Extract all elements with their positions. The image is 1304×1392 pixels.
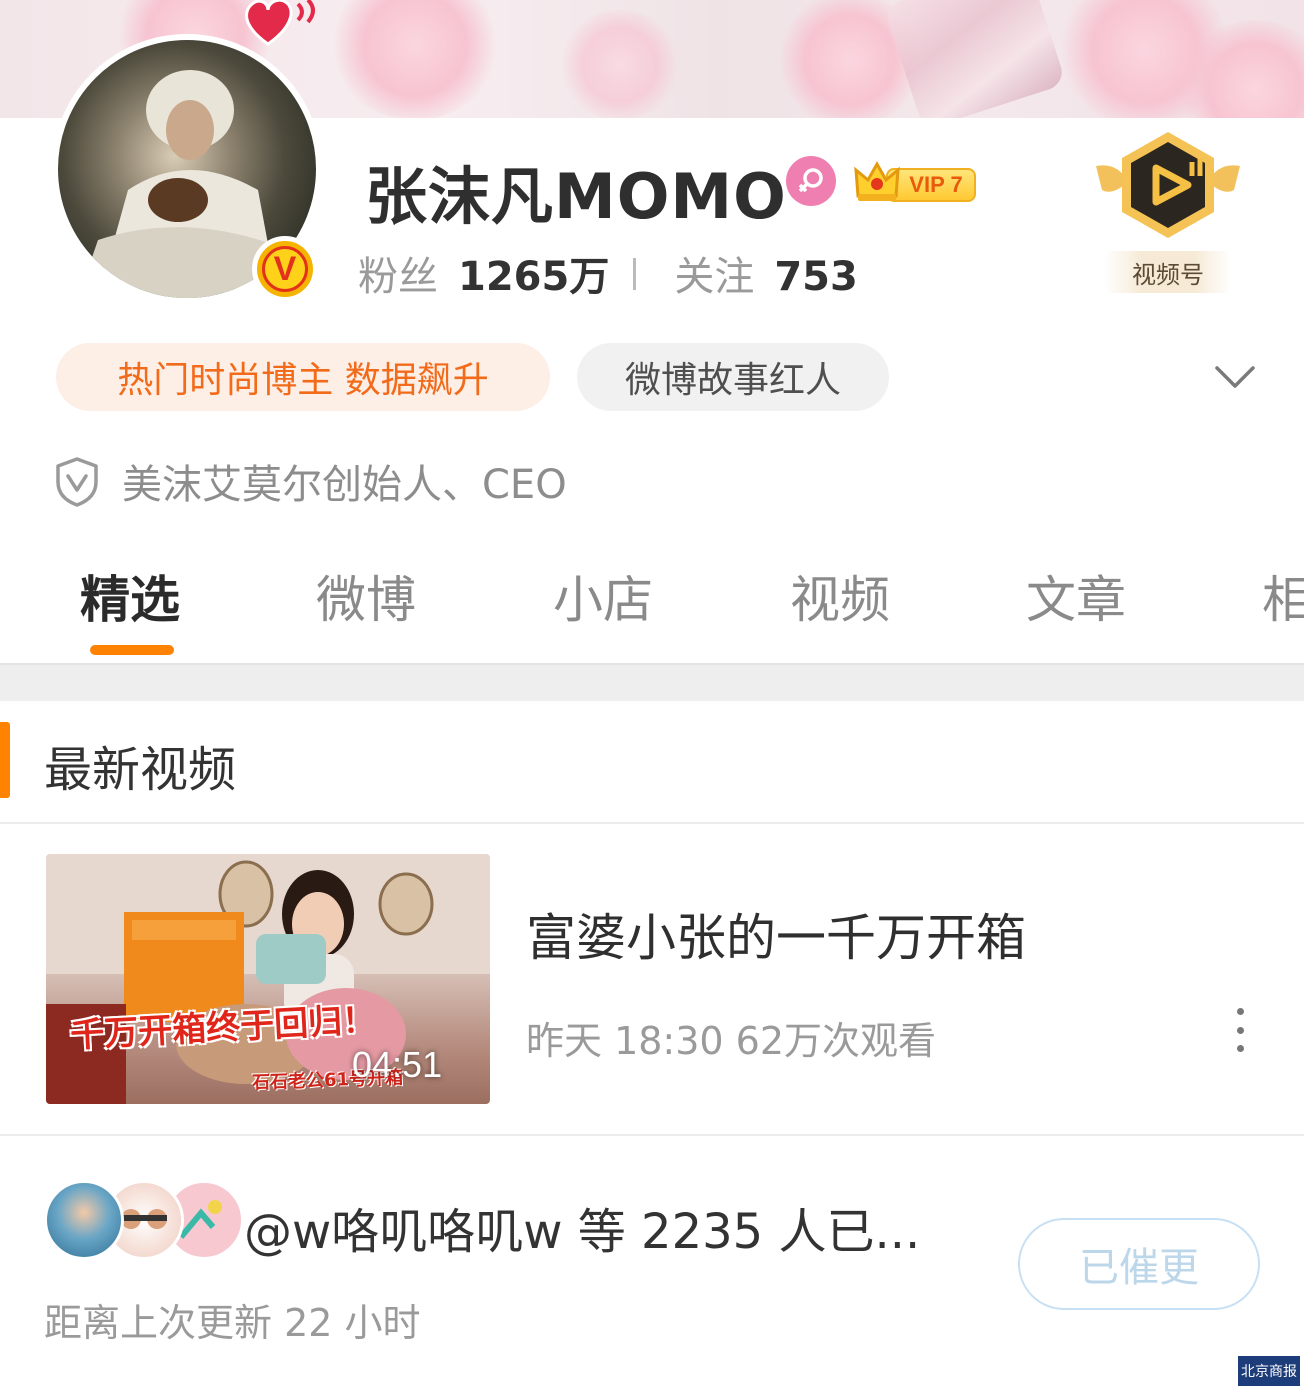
tab-shop[interactable]: 小店 — [553, 560, 653, 632]
tab-featured[interactable]: 精选 — [80, 560, 180, 632]
video-badge-label: 视频号 — [1104, 251, 1232, 293]
urge-update-button[interactable]: 已催更 — [1018, 1218, 1260, 1310]
video-title[interactable]: 富婆小张的一千万开箱 — [526, 898, 1026, 970]
vip-level-badge[interactable]: VIP 7 — [852, 158, 976, 204]
story-star-tag[interactable]: 微博故事红人 — [577, 343, 889, 411]
video-divider — [0, 1134, 1304, 1136]
urger-avatars — [44, 1180, 244, 1264]
section-gap — [0, 665, 1304, 701]
fans-label: 粉丝 — [358, 254, 438, 300]
video-account-badge[interactable]: 视频号 — [1088, 126, 1248, 296]
tab-articles[interactable]: 文章 — [1026, 560, 1126, 632]
tab-weibo[interactable]: 微博 — [316, 560, 416, 632]
more-options-icon[interactable] — [1228, 1008, 1252, 1052]
product-jar-image — [883, 0, 1067, 118]
shield-v-icon — [56, 457, 98, 507]
stats-separator — [633, 258, 637, 290]
profile-name: 张沫凡MOMO — [365, 160, 787, 233]
video-play-badge-icon — [1096, 132, 1240, 238]
last-update-text: 距离上次更新 22 小时 — [44, 1301, 421, 1345]
active-tab-indicator — [90, 645, 174, 655]
section-accent-marker — [0, 722, 10, 798]
profile-stats: 粉丝 1265万 关注 753 — [358, 244, 858, 302]
follow-count[interactable]: 753 — [774, 254, 858, 300]
female-gender-icon — [786, 156, 836, 206]
source-watermark: 北京商报 — [1238, 1356, 1300, 1386]
urge-summary-text[interactable]: @w咯叽咯叽w 等 2235 人已... — [244, 1192, 920, 1262]
video-meta: 昨天 18:30 62万次观看 — [526, 1019, 937, 1063]
follow-label: 关注 — [674, 254, 755, 300]
tab-videos[interactable]: 视频 — [790, 560, 890, 632]
chevron-down-icon[interactable] — [1212, 358, 1258, 398]
fans-count[interactable]: 1265万 — [458, 244, 609, 302]
crown-icon — [854, 160, 900, 201]
certification-text: 美沫艾莫尔创始人、CEO — [122, 462, 567, 508]
urger-avatar — [44, 1180, 124, 1260]
section-divider — [0, 822, 1304, 824]
verified-v-badge-icon: V — [252, 236, 318, 302]
tab-albums[interactable]: 相 — [1262, 560, 1304, 632]
video-thumbnail[interactable]: 千万开箱终于回归！ 石石老公61号开箱 04:51 — [46, 854, 490, 1104]
hot-blogger-tag[interactable]: 热门时尚博主 数据飙升 — [56, 343, 550, 411]
section-title: 最新视频 — [44, 742, 237, 798]
video-duration: 04:51 — [352, 1044, 443, 1085]
